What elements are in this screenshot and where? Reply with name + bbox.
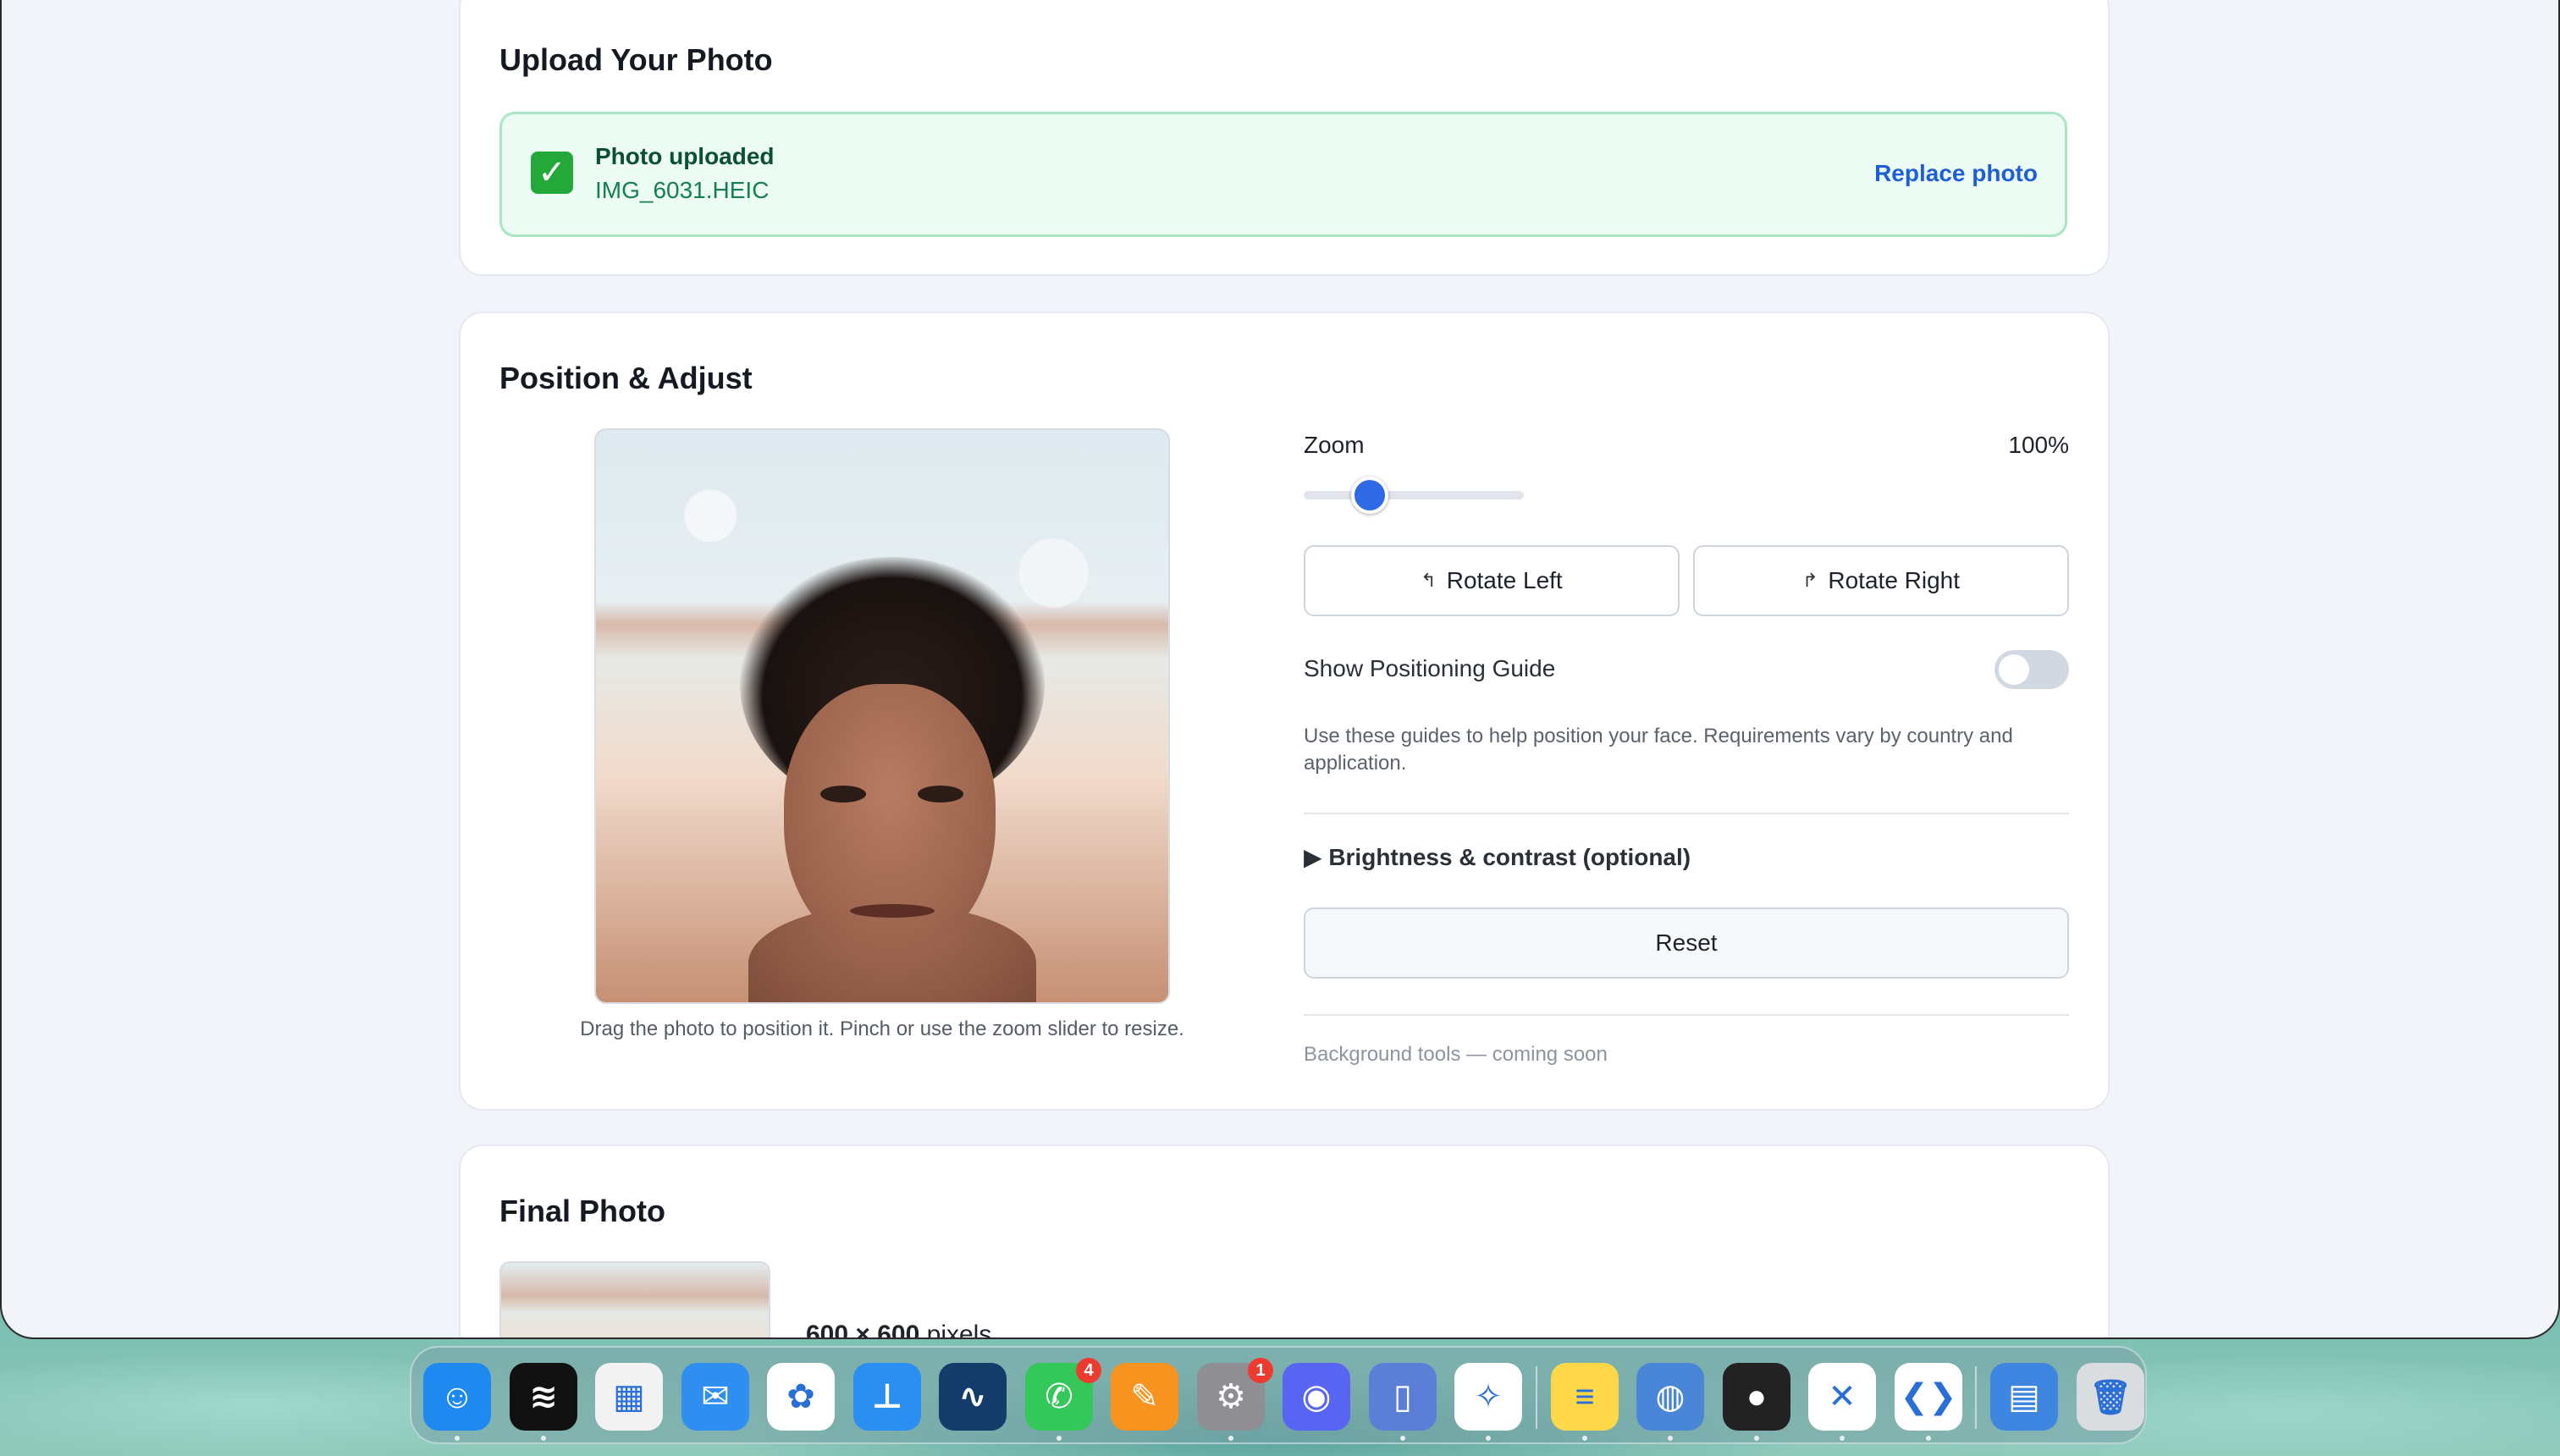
positioning-guide-toggle[interactable] bbox=[1994, 650, 2069, 689]
photo-eye-right bbox=[918, 786, 963, 802]
dock-notes-icon[interactable]: ≡ bbox=[1551, 1363, 1619, 1431]
dock-running-indicator bbox=[541, 1436, 546, 1441]
dock-running-indicator bbox=[1486, 1436, 1491, 1441]
dock-running-indicator bbox=[1582, 1436, 1587, 1441]
upload-title: Upload Your Photo bbox=[499, 42, 773, 77]
macos-dock: ☺ ≋ ▦ ✉ ✿ ⊥ ∿ ✆ 4 ✎ ⚙ 1 ◉ ▯ ✧ ≡ ◍ ● ✕ ❮❯ ▤ 🗑 bbox=[410, 1346, 2147, 1444]
zoom-slider-thumb[interactable] bbox=[1351, 477, 1388, 514]
dock-freeform-icon[interactable]: ∿ bbox=[939, 1363, 1007, 1431]
upload-status-text: Photo uploaded bbox=[595, 143, 775, 169]
final-photo-dimensions: 600 × 600 pixels bbox=[806, 1321, 992, 1339]
dock-trash-icon[interactable]: 🗑 bbox=[2077, 1363, 2144, 1431]
dock-launchpad-icon[interactable]: ▦ bbox=[595, 1363, 663, 1431]
final-title: Final Photo bbox=[499, 1194, 665, 1228]
dock-spotify-icon[interactable]: ≋ bbox=[510, 1363, 577, 1431]
final-photo-thumbnail bbox=[499, 1261, 770, 1337]
rotate-left-label: Rotate Left bbox=[1446, 567, 1563, 593]
dock-photos-icon[interactable]: ✿ bbox=[767, 1363, 835, 1431]
browser-window: Upload Your Photo ✓ Photo uploaded IMG_6… bbox=[0, 0, 2560, 1339]
upload-card: Upload Your Photo ✓ Photo uploaded IMG_6… bbox=[459, 0, 2110, 276]
toggle-knob bbox=[1999, 654, 2029, 685]
check-icon: ✓ bbox=[531, 152, 573, 194]
divider bbox=[1304, 813, 2069, 814]
dock-running-indicator bbox=[1754, 1436, 1759, 1441]
dock-preview-icon[interactable]: ◍ bbox=[1636, 1363, 1704, 1431]
photo-eye-left bbox=[820, 786, 866, 802]
dock-running-indicator bbox=[1668, 1436, 1673, 1441]
dock-running-indicator bbox=[455, 1436, 460, 1441]
dock-running-indicator bbox=[1057, 1436, 1062, 1441]
zoom-value: 100% bbox=[2008, 432, 2069, 458]
photo-mouth bbox=[850, 904, 935, 918]
divider bbox=[1304, 1014, 2069, 1016]
dock-running-indicator bbox=[1926, 1436, 1931, 1441]
dock-archive-utility-icon[interactable]: ▤ bbox=[1990, 1363, 2058, 1431]
final-photo-card: Final Photo 600 × 600 pixels bbox=[459, 1144, 2110, 1339]
dock-running-indicator bbox=[1840, 1436, 1845, 1441]
dock-simulator-icon[interactable]: ▯ bbox=[1369, 1363, 1437, 1431]
rotate-right-button[interactable]: ↱ Rotate Right bbox=[1693, 545, 2069, 616]
brightness-contrast-disclosure[interactable]: ▶ Brightness & contrast (optional) bbox=[1304, 843, 1691, 871]
final-dims-unit: pixels bbox=[919, 1321, 992, 1339]
dock-pages-icon[interactable]: ✎ bbox=[1111, 1363, 1178, 1431]
dock-finder-icon[interactable]: ☺ bbox=[423, 1363, 491, 1431]
rotate-right-icon: ↱ bbox=[1801, 570, 1818, 591]
photo-editor-canvas[interactable] bbox=[594, 428, 1170, 1004]
dock-capcut-icon[interactable]: ✕ bbox=[1808, 1363, 1876, 1431]
dock-vscode-icon[interactable]: ❮❯ bbox=[1895, 1363, 1962, 1431]
position-title: Position & Adjust bbox=[499, 361, 753, 395]
zoom-label: Zoom bbox=[1304, 432, 1365, 458]
dock-running-indicator bbox=[1228, 1436, 1233, 1441]
dock-messages-icon[interactable]: ✆ 4 bbox=[1025, 1358, 1101, 1431]
rotate-right-label: Rotate Right bbox=[1828, 567, 1961, 593]
reset-button[interactable]: Reset bbox=[1304, 907, 2069, 979]
dock-screen-recorder-icon[interactable]: ● bbox=[1723, 1363, 1790, 1431]
positioning-guide-label: Show Positioning Guide bbox=[1304, 655, 1556, 681]
final-dims-value: 600 × 600 bbox=[806, 1321, 920, 1339]
zoom-slider[interactable] bbox=[1304, 477, 1524, 514]
dock-mail-icon[interactable]: ✉ bbox=[681, 1363, 749, 1431]
dock-keynote-icon[interactable]: ⊥ bbox=[853, 1363, 921, 1431]
dock-safari-icon[interactable]: ✧ bbox=[1454, 1363, 1522, 1431]
dock-discord-icon[interactable]: ◉ bbox=[1283, 1363, 1350, 1431]
photo-caption: Drag the photo to position it. Pinch or … bbox=[580, 1018, 1184, 1040]
rotate-left-button[interactable]: ↰ Rotate Left bbox=[1304, 545, 1680, 616]
uploaded-filename: IMG_6031.HEIC bbox=[595, 177, 770, 203]
background-tools-note: Background tools — coming soon bbox=[1304, 1043, 1608, 1066]
position-adjust-card: Position & Adjust Drag the photo to posi… bbox=[459, 312, 2110, 1111]
rotate-left-icon: ↰ bbox=[1421, 570, 1437, 591]
dock-running-indicator bbox=[1400, 1436, 1405, 1441]
dock-badge: 4 bbox=[1076, 1358, 1101, 1383]
replace-photo-link[interactable]: Replace photo bbox=[1874, 160, 2038, 187]
dock-separator bbox=[1975, 1366, 1977, 1429]
dock-badge: 1 bbox=[1248, 1358, 1273, 1383]
positioning-guide-help: Use these guides to help position your f… bbox=[1304, 725, 2013, 775]
dock-separator bbox=[1536, 1366, 1537, 1429]
dock-system-settings-icon[interactable]: ⚙ 1 bbox=[1197, 1358, 1273, 1431]
upload-status-box: ✓ Photo uploaded IMG_6031.HEIC Replace p… bbox=[499, 112, 2067, 237]
